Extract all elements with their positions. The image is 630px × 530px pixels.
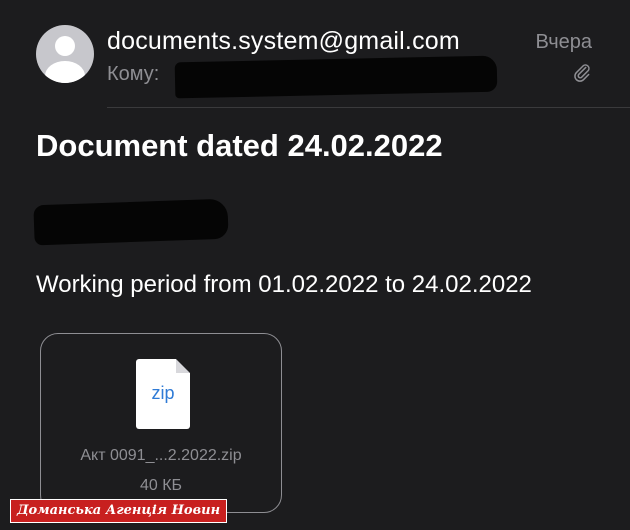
watermark-logo: Доманська Агенція Новин [10,499,228,523]
received-date: Вчера [535,31,592,53]
redacted-recipient [174,55,498,99]
avatar-shoulders [45,61,85,83]
file-type-label: zip [151,383,175,403]
sender-address[interactable]: documents.system@gmail.com [107,27,460,56]
redacted-greeting [33,198,229,246]
avatar-head [55,36,75,56]
header-divider [107,107,630,108]
sender-avatar[interactable] [36,25,94,83]
message-body: Working period from 01.02.2022 to 24.02.… [36,271,532,298]
recipient-label: Кому: [107,63,160,85]
attachment-card[interactable]: zip Акт 0091_...2.2022.zip 40 КБ [40,333,282,513]
zip-file-icon: zip [136,359,190,429]
attachment-size: 40 КБ [139,477,183,494]
file-fold [176,359,190,373]
paperclip-icon [574,64,590,82]
attachment-filename: Акт 0091_...2.2022.zip [80,447,242,464]
message-subject: Document dated 24.02.2022 [36,128,443,163]
